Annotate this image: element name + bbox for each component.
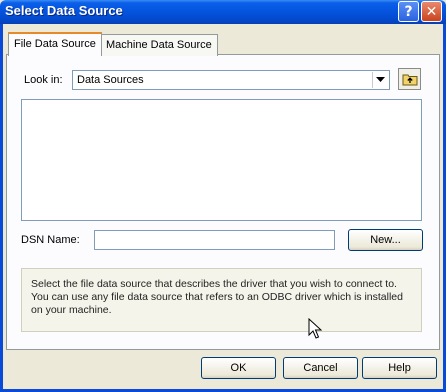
tab-file-data-source[interactable]: File Data Source xyxy=(8,32,102,56)
chevron-down-icon[interactable] xyxy=(372,72,388,88)
tab-machine-data-source[interactable]: Machine Data Source xyxy=(100,34,218,56)
help-button-label: Help xyxy=(388,362,411,374)
tab-label: File Data Source xyxy=(14,38,96,50)
tab-label: Machine Data Source xyxy=(106,39,212,51)
ok-button-label: OK xyxy=(230,362,247,374)
file-data-source-list[interactable] xyxy=(21,99,422,221)
mouse-cursor-icon xyxy=(308,318,322,339)
dsn-name-label: DSN Name: xyxy=(21,234,80,246)
cancel-button-label: Cancel xyxy=(303,362,338,374)
dsn-name-input[interactable] xyxy=(94,230,335,250)
window-title: Select Data Source xyxy=(5,3,123,18)
new-button[interactable]: New... xyxy=(348,229,423,251)
look-in-dropdown[interactable]: Data Sources xyxy=(72,70,390,90)
title-bar[interactable]: Select Data Source ? ✕ xyxy=(0,0,446,24)
help-icon[interactable]: ? xyxy=(398,1,419,22)
up-folder-icon xyxy=(402,74,417,86)
description-text: Select the file data source that describ… xyxy=(31,278,403,316)
close-glyph: ✕ xyxy=(425,3,438,20)
help-button[interactable]: Help xyxy=(362,357,437,379)
close-icon[interactable]: ✕ xyxy=(421,1,442,22)
help-glyph: ? xyxy=(404,3,413,20)
new-button-label: New... xyxy=(370,234,401,246)
window-frame-left xyxy=(0,24,3,392)
description-box: Select the file data source that describ… xyxy=(21,268,422,332)
ok-button[interactable]: OK xyxy=(201,357,276,379)
look-in-label: Look in: xyxy=(24,74,63,86)
up-folder-button[interactable] xyxy=(398,68,421,90)
look-in-value: Data Sources xyxy=(77,74,144,86)
cancel-button[interactable]: Cancel xyxy=(283,357,358,379)
